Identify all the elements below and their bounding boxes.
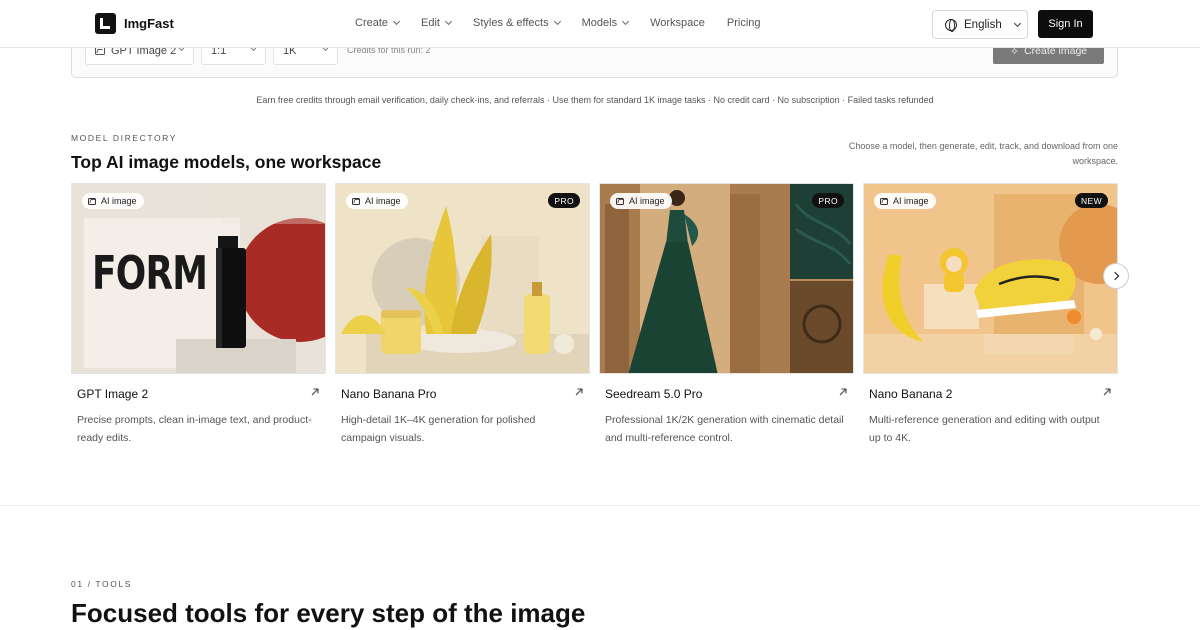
image-icon bbox=[880, 197, 888, 205]
model-name: Seedream 5.0 Pro bbox=[605, 387, 703, 401]
nav-workspace[interactable]: Workspace bbox=[650, 17, 705, 29]
card-poster-text: FORM bbox=[92, 246, 208, 300]
model-description: High-detail 1K–4K generation for polishe… bbox=[341, 414, 536, 444]
site-header: ImgFast Create Edit Styles & effects Mod… bbox=[0, 0, 1200, 48]
model-type-tag: AI image bbox=[874, 193, 936, 209]
nav-workspace-label: Workspace bbox=[650, 17, 705, 29]
main-nav: Create Edit Styles & effects Models Work… bbox=[355, 17, 761, 29]
arrow-up-right-icon[interactable] bbox=[1102, 387, 1112, 397]
chevron-down-icon bbox=[622, 17, 630, 26]
brand-logo[interactable]: ImgFast bbox=[95, 13, 174, 34]
tag-label: AI image bbox=[629, 196, 665, 206]
image-icon bbox=[352, 197, 360, 205]
chevron-down-icon bbox=[444, 17, 453, 26]
language-select[interactable]: English bbox=[932, 10, 1028, 39]
banana-cosmetics-illustration bbox=[336, 184, 589, 373]
pro-badge: PRO bbox=[812, 193, 844, 208]
brand-name: ImgFast bbox=[124, 16, 174, 31]
model-description: Precise prompts, clean in-image text, an… bbox=[77, 414, 312, 444]
model-type-tag: AI image bbox=[610, 193, 672, 209]
model-name: GPT Image 2 bbox=[77, 387, 149, 401]
model-card-seedream-5-pro[interactable]: AI image PRO Seedream 5.0 Pro Profession… bbox=[599, 183, 854, 444]
nav-edit-label: Edit bbox=[421, 17, 440, 29]
nav-styles-effects[interactable]: Styles & effects bbox=[473, 17, 561, 29]
model-name: Nano Banana Pro bbox=[341, 387, 437, 401]
nav-styles-label: Styles & effects bbox=[473, 17, 549, 29]
banana-sneaker-illustration bbox=[864, 184, 1117, 373]
image-icon bbox=[88, 197, 96, 205]
nav-pricing[interactable]: Pricing bbox=[727, 17, 761, 29]
section-note: Choose a model, then generate, edit, tra… bbox=[848, 141, 1118, 166]
model-card-nano-banana-pro[interactable]: AI image PRO Nano Banana Pro High-detail… bbox=[335, 183, 590, 444]
arrow-up-right-icon[interactable] bbox=[310, 387, 320, 397]
model-type-tag: AI image bbox=[82, 193, 144, 209]
pro-badge: PRO bbox=[548, 193, 580, 208]
model-card-gpt-image-2[interactable]: FORM AI image GPT Image 2 Precise prompt… bbox=[71, 183, 326, 444]
arrow-up-right-icon[interactable] bbox=[838, 387, 848, 397]
logo-icon bbox=[95, 13, 116, 34]
gown-collage-illustration bbox=[600, 184, 853, 373]
nav-pricing-label: Pricing bbox=[726, 17, 761, 29]
nav-create-label: Create bbox=[355, 17, 389, 29]
tag-label: AI image bbox=[365, 196, 401, 206]
section-title: Top AI image models, one workspace bbox=[71, 152, 382, 172]
chevron-down-icon bbox=[1013, 19, 1021, 27]
section-divider bbox=[0, 505, 1200, 506]
model-type-tag: AI image bbox=[346, 193, 408, 209]
model-name: Nano Banana 2 bbox=[869, 387, 953, 401]
nav-create[interactable]: Create bbox=[355, 17, 401, 29]
section-eyebrow: MODEL DIRECTORY bbox=[71, 133, 178, 143]
language-label: English bbox=[964, 18, 1002, 31]
sign-in-button[interactable]: Sign In bbox=[1038, 10, 1093, 38]
model-card-image[interactable]: AI image PRO bbox=[599, 183, 854, 374]
chevron-down-icon bbox=[553, 17, 561, 26]
tag-label: AI image bbox=[101, 196, 137, 206]
tools-eyebrow: 01 / TOOLS bbox=[71, 579, 133, 589]
new-badge: NEW bbox=[1074, 193, 1108, 208]
free-credits-note: Earn free credits through email verifica… bbox=[256, 95, 934, 105]
chevron-down-icon bbox=[392, 17, 401, 26]
model-card-image[interactable]: AI image NEW bbox=[863, 183, 1118, 374]
nav-edit[interactable]: Edit bbox=[421, 17, 453, 29]
chevron-right-icon bbox=[1110, 271, 1120, 281]
model-card-image[interactable]: FORM AI image bbox=[71, 183, 326, 374]
model-description: Professional 1K/2K generation with cinem… bbox=[605, 414, 844, 444]
globe-icon bbox=[945, 18, 957, 32]
model-card-nano-banana-2[interactable]: AI image NEW Nano Banana 2 Multi-referen… bbox=[863, 183, 1118, 444]
model-description: Multi-reference generation and editing w… bbox=[869, 414, 1100, 444]
nav-models-label: Models bbox=[581, 17, 618, 29]
arrow-up-right-icon[interactable] bbox=[574, 387, 584, 397]
tag-label: AI image bbox=[893, 196, 929, 206]
tools-title: Focused tools for every step of the imag… bbox=[71, 598, 586, 628]
nav-models[interactable]: Models bbox=[581, 17, 630, 29]
model-card-image[interactable]: AI image PRO bbox=[335, 183, 590, 374]
carousel-next-button[interactable] bbox=[1103, 263, 1129, 289]
image-icon bbox=[616, 197, 624, 205]
